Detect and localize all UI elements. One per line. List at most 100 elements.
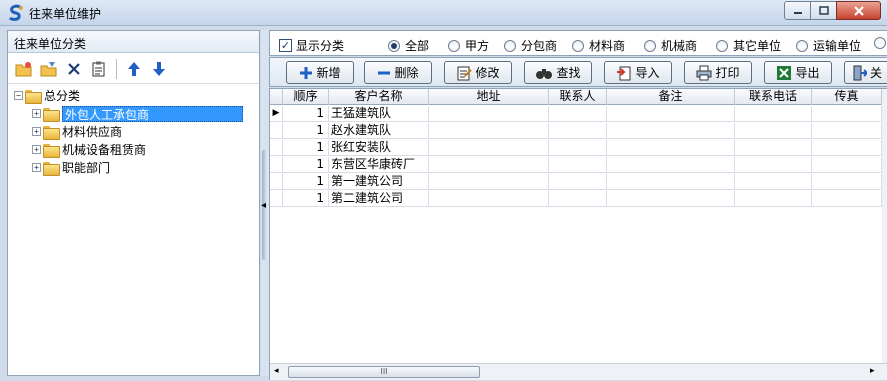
edit-folder-icon[interactable] xyxy=(39,59,59,79)
tree-node-outsource-labor[interactable]: + 外包人工承包商 xyxy=(32,105,243,122)
tree-node-material-supplier[interactable]: + 材料供应商 xyxy=(32,123,122,140)
fax-cell[interactable] xyxy=(812,140,882,156)
maximize-button[interactable] xyxy=(810,1,837,20)
address-cell[interactable] xyxy=(429,191,549,207)
delete-button[interactable]: 删除 xyxy=(364,61,432,84)
note-cell[interactable] xyxy=(607,174,735,190)
tree-node-functional-dept[interactable]: + 职能部门 xyxy=(32,159,110,176)
table-row[interactable]: 1 东营区华康砖厂 xyxy=(270,157,882,173)
note-cell[interactable] xyxy=(607,191,735,207)
address-cell[interactable] xyxy=(429,140,549,156)
contact-cell[interactable] xyxy=(549,123,607,139)
radio-machinery-vendor[interactable]: 机械商 xyxy=(644,37,697,54)
delete-icon[interactable] xyxy=(64,59,84,79)
address-cell[interactable] xyxy=(429,106,549,122)
radio-party-a[interactable]: 甲方 xyxy=(448,37,489,54)
minimize-button[interactable] xyxy=(784,1,811,20)
add-button[interactable]: 新增 xyxy=(286,61,354,84)
contact-cell[interactable] xyxy=(549,157,607,173)
expand-icon[interactable]: + xyxy=(32,127,41,136)
horizontal-scrollbar[interactable]: ◂ III ▸ xyxy=(270,363,887,380)
table-row[interactable]: ▶ 1 王猛建筑队 xyxy=(270,106,882,122)
expand-icon[interactable]: + xyxy=(32,145,41,154)
vertical-scrollbar[interactable] xyxy=(882,89,887,363)
find-button[interactable]: 查找 xyxy=(524,61,592,84)
column-header[interactable]: 联系电话 xyxy=(735,89,812,105)
order-cell[interactable]: 1 xyxy=(283,106,329,122)
address-cell[interactable] xyxy=(429,157,549,173)
tree-node-equipment-rental[interactable]: + 机械设备租赁商 xyxy=(32,141,146,158)
fax-cell[interactable] xyxy=(812,157,882,173)
phone-cell[interactable] xyxy=(735,174,812,190)
name-cell[interactable]: 赵水建筑队 xyxy=(329,123,429,139)
note-cell[interactable] xyxy=(607,123,735,139)
scrollbar-thumb[interactable]: III xyxy=(288,366,480,378)
expand-icon[interactable]: + xyxy=(32,109,41,118)
radio-all[interactable]: 全部 xyxy=(388,37,429,54)
show-category-checkbox[interactable]: ✓ 显示分类 xyxy=(279,37,344,54)
add-folder-icon[interactable] xyxy=(14,59,34,79)
order-cell[interactable]: 1 xyxy=(283,157,329,173)
contact-cell[interactable] xyxy=(549,174,607,190)
expand-icon[interactable]: + xyxy=(32,163,41,172)
radio-material-vendor[interactable]: 材料商 xyxy=(572,37,625,54)
edit-button[interactable]: 修改 xyxy=(444,61,512,84)
radio-other-unit[interactable]: 其它单位 xyxy=(716,37,781,54)
address-cell[interactable] xyxy=(429,174,549,190)
phone-cell[interactable] xyxy=(735,123,812,139)
radio-transport-unit[interactable]: 运输单位 xyxy=(796,37,861,54)
collapse-left-icon[interactable]: ◂ xyxy=(261,200,266,211)
arrow-down-icon[interactable] xyxy=(149,59,169,79)
name-cell[interactable]: 第一建筑公司 xyxy=(329,174,429,190)
column-header[interactable]: 顺序 xyxy=(283,89,329,105)
scroll-right-icon[interactable]: ▸ xyxy=(870,366,875,376)
address-cell[interactable] xyxy=(429,123,549,139)
arrow-up-icon[interactable] xyxy=(124,59,144,79)
name-cell[interactable]: 张红安装队 xyxy=(329,140,429,156)
column-header[interactable]: 客户名称 xyxy=(329,89,429,105)
fax-cell[interactable] xyxy=(812,174,882,190)
clipboard-icon[interactable] xyxy=(89,59,109,79)
note-cell[interactable] xyxy=(607,140,735,156)
contact-cell[interactable] xyxy=(549,140,607,156)
contact-cell[interactable] xyxy=(549,191,607,207)
name-cell[interactable]: 第二建筑公司 xyxy=(329,191,429,207)
close-button[interactable]: 关 xyxy=(844,61,887,84)
fax-cell[interactable] xyxy=(812,106,882,122)
radio-more[interactable] xyxy=(874,37,887,49)
fax-cell[interactable] xyxy=(812,123,882,139)
table-row[interactable]: 1 赵水建筑队 xyxy=(270,123,882,139)
column-header[interactable]: 联系人 xyxy=(549,89,607,105)
table-row[interactable]: 1 张红安装队 xyxy=(270,140,882,156)
phone-cell[interactable] xyxy=(735,140,812,156)
note-cell[interactable] xyxy=(607,157,735,173)
title-bar[interactable]: 往来单位维护 xyxy=(0,0,887,26)
panel-splitter[interactable]: ◂ xyxy=(261,30,269,376)
collapse-icon[interactable]: − xyxy=(14,91,23,100)
order-cell[interactable]: 1 xyxy=(283,191,329,207)
export-button[interactable]: 导出 xyxy=(764,61,832,84)
print-button[interactable]: 打印 xyxy=(684,61,752,84)
phone-cell[interactable] xyxy=(735,191,812,207)
order-cell[interactable]: 1 xyxy=(283,123,329,139)
close-window-button[interactable] xyxy=(836,1,881,20)
phone-cell[interactable] xyxy=(735,106,812,122)
contact-cell[interactable] xyxy=(549,106,607,122)
import-button[interactable]: 导入 xyxy=(604,61,672,84)
column-header[interactable]: 地址 xyxy=(429,89,549,105)
order-cell[interactable]: 1 xyxy=(283,140,329,156)
column-header[interactable]: 传真 xyxy=(812,89,882,105)
scroll-left-icon[interactable]: ◂ xyxy=(274,366,279,376)
phone-cell[interactable] xyxy=(735,157,812,173)
table-row[interactable]: 1 第二建筑公司 xyxy=(270,191,882,207)
table-row[interactable]: 1 第一建筑公司 xyxy=(270,174,882,190)
fax-cell[interactable] xyxy=(812,191,882,207)
tree-node-root[interactable]: − 总分类 xyxy=(14,87,80,104)
radio-label: 其它单位 xyxy=(733,39,782,53)
radio-subcontractor[interactable]: 分包商 xyxy=(504,37,557,54)
name-cell[interactable]: 东营区华康砖厂 xyxy=(329,157,429,173)
column-header[interactable]: 备注 xyxy=(607,89,735,105)
order-cell[interactable]: 1 xyxy=(283,174,329,190)
note-cell[interactable] xyxy=(607,106,735,122)
name-cell[interactable]: 王猛建筑队 xyxy=(329,106,429,122)
